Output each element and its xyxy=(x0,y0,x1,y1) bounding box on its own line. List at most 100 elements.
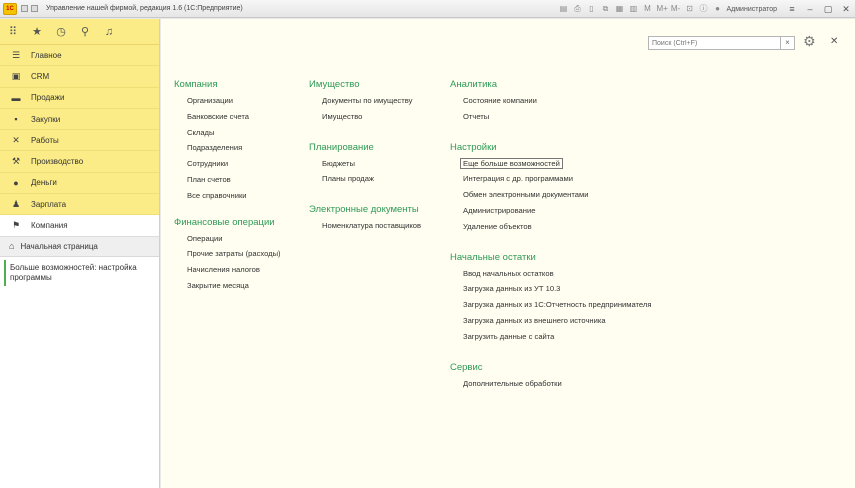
section-label: Зарплата xyxy=(31,199,67,209)
info-icon[interactable]: ⓘ xyxy=(698,4,708,14)
section-label: Работы xyxy=(31,135,59,145)
section-sales[interactable]: ▬ Продажи xyxy=(0,88,159,109)
back-icon[interactable] xyxy=(21,5,28,12)
group-title-company: Компания xyxy=(174,79,218,90)
sidebar-toolbar: ⠿ ★ ◷ ⚲ ♫ xyxy=(0,19,159,45)
group-settings: Еще больше возможностей Интеграция с др.… xyxy=(450,156,651,235)
group-title-initial: Начальные остатки xyxy=(450,251,536,263)
home-page-link[interactable]: ⌂ Начальная страница xyxy=(0,236,159,257)
section-purchases[interactable]: ▪ Закупки xyxy=(0,109,159,131)
user-icon[interactable]: ● xyxy=(712,4,722,14)
nav-link[interactable]: Планы продаж xyxy=(322,171,421,187)
title-quick-icons xyxy=(21,5,38,12)
nav-link[interactable]: Удаление объектов xyxy=(463,219,651,235)
nav-link[interactable]: Начисления налогов xyxy=(187,262,281,278)
gear-icon[interactable]: ⚙ xyxy=(803,33,816,50)
app-logo-icon[interactable]: 1С xyxy=(3,2,17,15)
section-label: Продажи xyxy=(31,93,65,103)
favorites-star-icon[interactable]: ★ xyxy=(31,26,43,38)
search-box: × xyxy=(648,36,795,50)
clear-search-icon[interactable]: × xyxy=(780,36,794,50)
group-service: Дополнительные обработки xyxy=(450,376,651,392)
doc-icon[interactable]: ▯ xyxy=(586,4,596,14)
section-works[interactable]: ✕ Работы xyxy=(0,130,159,152)
home-icon: ⌂ xyxy=(9,241,15,252)
window-menu-icon[interactable]: ≡ xyxy=(784,2,800,16)
nav-link[interactable]: Бюджеты xyxy=(322,156,421,172)
section-production[interactable]: ⚒ Производство xyxy=(0,151,159,173)
nav-link[interactable]: Операции xyxy=(187,231,281,247)
open-window-item[interactable]: Больше возможностей: настройка программы xyxy=(4,259,154,286)
group-edocs: Номенклатура поставщиков xyxy=(309,218,421,234)
nav-link[interactable]: Обмен электронными документами xyxy=(463,187,651,203)
history-icon[interactable]: ◷ xyxy=(55,26,67,38)
nav-link[interactable]: Состояние компании xyxy=(463,93,651,109)
group-analytics: Состояние компании Отчеты xyxy=(450,93,651,125)
nav-link[interactable]: Загрузка данных из внешнего источника xyxy=(463,313,651,329)
print-icon[interactable]: ⎙ xyxy=(572,4,582,14)
section-label: Главное xyxy=(31,50,62,60)
section-label: CRM xyxy=(31,71,50,81)
calculator-icon[interactable]: ▥ xyxy=(628,4,638,14)
nav-link[interactable]: Дополнительные обработки xyxy=(463,376,651,392)
nav-link[interactable]: План счетов xyxy=(187,172,281,188)
zoom-icon[interactable]: ⊡ xyxy=(684,4,694,14)
nav-link[interactable]: Сотрудники xyxy=(187,156,281,172)
group-title-property: Имущество xyxy=(309,79,360,90)
apps-grid-icon[interactable]: ⠿ xyxy=(7,26,19,38)
section-company[interactable]: ⚑ Компания xyxy=(0,215,159,237)
section-money[interactable]: ● Деньги xyxy=(0,173,159,195)
nav-link[interactable]: Банковские счета xyxy=(187,109,281,125)
memory-sub-icon[interactable]: M- xyxy=(670,4,680,14)
section-salary[interactable]: ♟ Зарплата xyxy=(0,194,159,216)
maximize-icon[interactable]: ▢ xyxy=(820,2,836,16)
cart-icon: ▬ xyxy=(11,92,21,103)
link-icon[interactable]: ⧉ xyxy=(600,4,610,14)
nav-link[interactable]: Отчеты xyxy=(463,109,651,125)
nav-link[interactable]: Номенклатура поставщиков xyxy=(322,218,421,234)
nav-link[interactable]: Закрытие месяца xyxy=(187,278,281,294)
save-icon[interactable]: ▤ xyxy=(558,4,568,14)
close-window-icon[interactable]: ✕ xyxy=(838,2,854,16)
people-icon: ♟ xyxy=(11,198,21,209)
group-title-analytics: Аналитика xyxy=(450,79,498,90)
user-name[interactable]: Администратор xyxy=(726,6,777,13)
nav-link[interactable]: Прочие затраты (расходы) xyxy=(187,246,281,262)
nav-link[interactable]: Подразделения xyxy=(187,140,281,156)
nav-link[interactable]: Загрузка данных из УТ 10.3 xyxy=(463,281,651,297)
group-title-settings: Настройки xyxy=(450,141,497,153)
minimize-icon[interactable]: – xyxy=(802,2,818,16)
group-property: Документы по имуществу Имущество xyxy=(309,93,421,125)
forward-icon[interactable] xyxy=(31,5,38,12)
memory-plus-icon[interactable]: M xyxy=(642,4,652,14)
nav-link[interactable]: Администрирование xyxy=(463,203,651,219)
search-icon[interactable]: ⚲ xyxy=(79,26,91,38)
nav-link[interactable]: Имущество xyxy=(322,109,421,125)
nav-link[interactable]: Интеграция с др. программами xyxy=(463,171,651,187)
group-planning: Бюджеты Планы продаж xyxy=(309,156,421,188)
nav-link[interactable]: Склады xyxy=(187,125,281,141)
money-icon: ● xyxy=(13,177,19,188)
nav-link[interactable]: Загрузить данные с сайта xyxy=(463,329,651,345)
section-crm[interactable]: ▣ CRM xyxy=(0,66,159,88)
close-icon[interactable]: ✕ xyxy=(830,36,838,47)
calendar-icon[interactable]: ▦ xyxy=(614,4,624,14)
factory-icon: ⚒ xyxy=(11,156,21,167)
nav-link-focused[interactable]: Еще больше возможностей xyxy=(460,156,651,172)
group-title-service: Сервис xyxy=(450,361,483,373)
group-initial: Ввод начальных остатков Загрузка данных … xyxy=(450,266,651,345)
nav-link[interactable]: Загрузка данных из 1С:Отчетность предпри… xyxy=(463,297,651,313)
nav-link[interactable]: Все справочники xyxy=(187,188,281,204)
search-input[interactable] xyxy=(649,39,769,47)
nav-link[interactable]: Ввод начальных остатков xyxy=(463,266,651,282)
sidebar: ⠿ ★ ◷ ⚲ ♫ ☰ Главное ▣ CRM ▬ Продажи ▪ Закупк… xyxy=(0,19,160,488)
memory-add-icon[interactable]: M+ xyxy=(656,4,667,14)
nav-link[interactable]: Документы по имуществу xyxy=(322,93,421,109)
nav-link[interactable]: Организации xyxy=(187,93,281,109)
bell-icon[interactable]: ♫ xyxy=(103,26,115,38)
section-main[interactable]: ☰ Главное xyxy=(0,45,159,67)
crm-icon: ▣ xyxy=(11,70,21,81)
